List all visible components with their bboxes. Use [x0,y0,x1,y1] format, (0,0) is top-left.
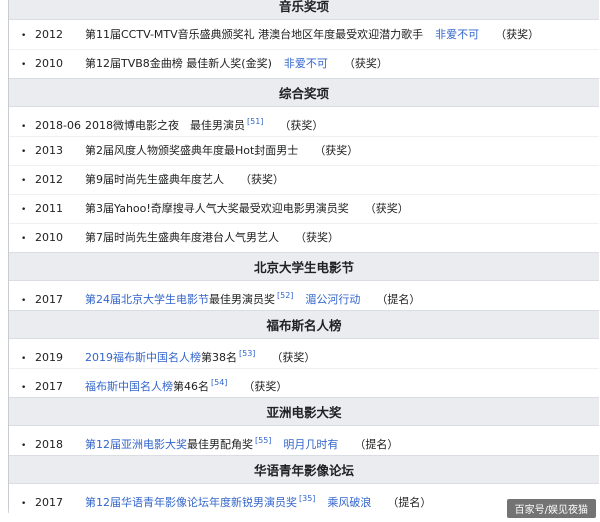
award-name: 第9届时尚先生盛典年度艺人 [85,173,224,186]
award-year: 2010 [35,57,63,70]
award-year: 2018-06 [35,119,81,132]
award-year: 2012 [35,28,63,41]
award-result: （获奖） [314,144,359,157]
section-header: 华语青年影像论坛 [9,455,599,484]
watermark: 百家号/娱见夜猫 [506,499,596,518]
citation-ref[interactable]: [52] [277,291,293,300]
award-row: • 2011 第3届Yahoo!奇摩搜寻人气大奖最受欢迎电影男演员奖 （获奖） [9,195,599,224]
award-work[interactable]: 明月几时有 [283,438,338,451]
award-row: • 2017 第24届北京大学生电影节最佳男演员奖 [52] 湄公河行动 （提名） [9,282,599,310]
bullet-icon: • [21,147,27,157]
award-result: （获奖） [343,57,388,70]
award-list: • 2017 第24届北京大学生电影节最佳男演员奖 [52] 湄公河行动 （提名） [9,281,599,310]
section-header: 亚洲电影大奖 [9,397,599,426]
award-list: • 2019 2019福布斯中国名人榜第38名 [53] （获奖） • 2017 福布斯中国名… [9,339,599,397]
award-list: • 2018 第12届亚洲电影大奖最佳男配角奖 [55] 明月几时有 （提名） [9,426,599,455]
bullet-icon: • [21,31,27,41]
award-row: • 2012 第11届CCTV-MTV音乐盛典颁奖礼 港澳台地区年度最受欢迎潜力歌手… [9,21,599,50]
award-result: （获奖） [364,202,409,215]
award-year: 2017 [35,293,63,306]
section-header: 北京大学生电影节 [9,252,599,281]
award-work[interactable]: 非爱不可 [435,28,479,41]
bullet-icon: • [21,383,27,393]
award-row: • 2012 第9届时尚先生盛典年度艺人 （获奖） [9,166,599,195]
award-result: （获奖） [243,380,288,393]
bullet-icon: • [21,234,27,244]
award-row: • 2010 第7届时尚先生盛典年度港台人气男艺人 （获奖） [9,224,599,252]
award-result: （提名） [376,293,421,306]
citation-ref[interactable]: [53] [239,349,255,358]
award-year: 2010 [35,231,63,244]
award-year: 2012 [35,173,63,186]
award-link[interactable]: 2019福布斯中国名人榜 [85,351,201,364]
award-row: • 2017 福布斯中国名人榜第46名 [54] （获奖） [9,369,599,397]
award-row: • 2010 第12届TVB8金曲榜 最佳新人奖(金奖) 非爱不可 （获奖） [9,50,599,78]
citation-ref[interactable]: [51] [247,117,263,126]
section-header: 福布斯名人榜 [9,310,599,339]
award-result: （获奖） [271,351,316,364]
award-work[interactable]: 非爱不可 [284,57,328,70]
bullet-icon: • [21,441,27,451]
award-name: 最佳男演员奖 [209,293,275,306]
award-name: 第2届风度人物颁奖盛典年度最Hot封面男士 [85,144,299,157]
citation-ref[interactable]: [54] [211,378,227,387]
award-link[interactable]: 第24届北京大学生电影节 [85,293,209,306]
award-list: • 2018-06 2018微博电影之夜 最佳男演员 [51] （获奖） • 2013 第2届… [9,107,599,252]
award-result: （获奖） [279,119,324,132]
award-result: （提名） [354,438,399,451]
award-work[interactable]: 湄公河行动 [305,293,360,306]
award-row: • 2018-06 2018微博电影之夜 最佳男演员 [51] （获奖） [9,108,599,137]
bullet-icon: • [21,205,27,215]
award-list: • 2012 第11届CCTV-MTV音乐盛典颁奖礼 港澳台地区年度最受欢迎潜力歌手… [9,20,599,78]
section-header: 综合奖项 [9,78,599,107]
award-result: （获奖） [240,173,284,186]
award-link[interactable]: 福布斯中国名人榜 [85,380,173,393]
award-result: （获奖） [495,28,540,41]
bullet-icon: • [21,60,27,70]
award-name: 第12届TVB8金曲榜 最佳新人奖(金奖) [85,57,272,70]
award-name: 第38名 [201,351,237,364]
award-name: 2018微博电影之夜 最佳男演员 [85,119,245,132]
award-year: 2011 [35,202,63,215]
award-name: 第7届时尚先生盛典年度港台人气男艺人 [85,231,279,244]
award-year: 2019 [35,351,63,364]
award-row: • 2013 第2届风度人物颁奖盛典年度最Hot封面男士 （获奖） [9,137,599,166]
award-row: • 2019 2019福布斯中国名人榜第38名 [53] （获奖） [9,340,599,369]
awards-table: 音乐奖项 • 2012 第11届CCTV-MTV音乐盛典颁奖礼 港澳台地区年度最受欢迎… [8,0,599,513]
award-name: 第3届Yahoo!奇摩搜寻人气大奖最受欢迎电影男演员奖 [85,202,349,215]
award-year: 2018 [35,438,63,451]
section-header: 音乐奖项 [9,0,599,20]
citation-ref[interactable]: [55] [255,436,271,445]
award-name: 最佳男配角奖 [187,438,253,451]
bullet-icon: • [21,176,27,186]
award-year: 2017 [35,380,63,393]
award-name: 第46名 [173,380,209,393]
award-link[interactable]: 第12届亚洲电影大奖 [85,438,187,451]
citation-ref[interactable]: [35] [299,494,315,503]
bullet-icon: • [21,296,27,306]
award-row: • 2018 第12届亚洲电影大奖最佳男配角奖 [55] 明月几时有 （提名） [9,427,599,455]
award-year: 2013 [35,144,63,157]
award-result: （获奖） [295,231,339,244]
award-name: 第11届CCTV-MTV音乐盛典颁奖礼 港澳台地区年度最受欢迎潜力歌手 [85,28,424,41]
